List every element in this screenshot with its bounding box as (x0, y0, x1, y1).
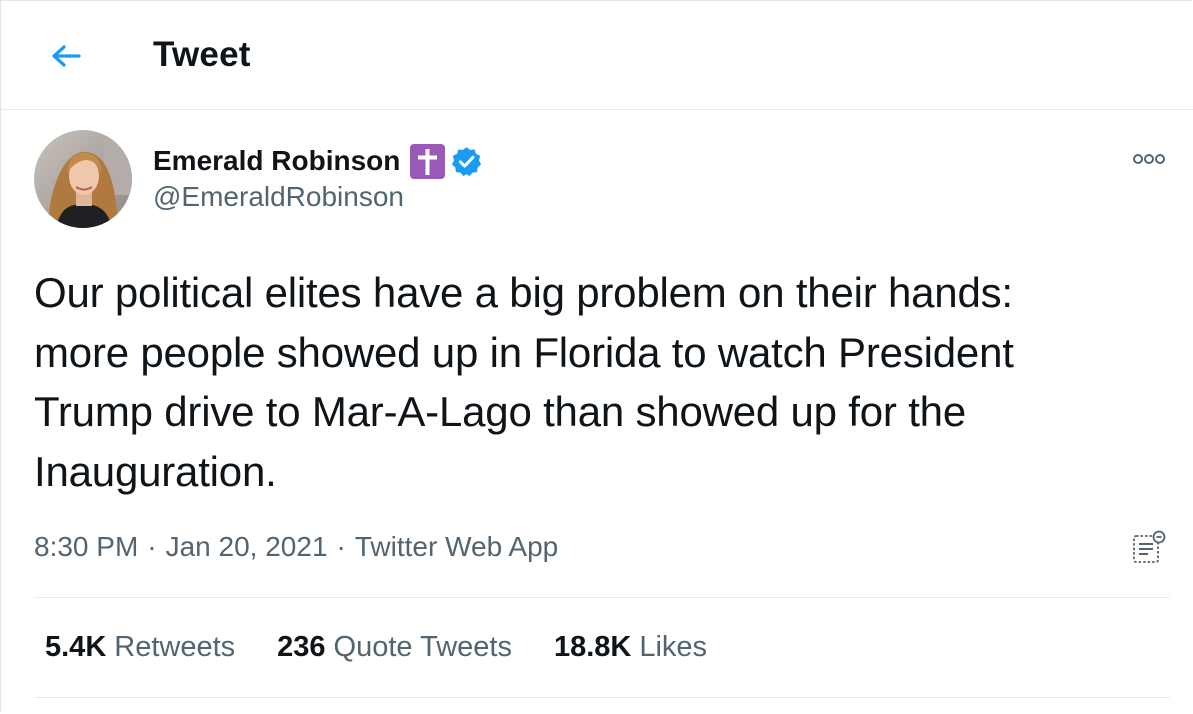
likes-stat[interactable]: 18.8K Likes (554, 631, 707, 664)
page-title: Tweet (153, 35, 251, 74)
avatar-image (34, 130, 132, 228)
tweet-source[interactable]: Twitter Web App (355, 531, 558, 562)
avatar[interactable] (34, 130, 132, 228)
verified-badge-icon (452, 146, 482, 176)
top-bar: Tweet (1, 1, 1193, 110)
author-display-name[interactable]: Emerald Robinson (153, 145, 400, 177)
tweet-page: Tweet Emerald Robinson @EmeraldRobinson … (0, 0, 1193, 713)
analytics-icon[interactable] (1129, 528, 1169, 568)
author-name-row: Emerald Robinson (153, 141, 483, 181)
retweets-stat[interactable]: 5.4K Retweets (45, 631, 235, 664)
back-arrow-icon[interactable] (45, 35, 87, 77)
divider (34, 597, 1170, 598)
tweet-stats: 5.4K Retweets 236 Quote Tweets 18.8K Likes (45, 631, 749, 664)
author-handle[interactable]: @EmeraldRobinson (153, 181, 404, 213)
meta-separator: · (147, 531, 157, 562)
meta-separator: · (336, 531, 346, 562)
tweet-timestamp-date[interactable]: Jan 20, 2021 (166, 531, 328, 562)
tweet-meta: 8:30 PM · Jan 20, 2021 · Twitter Web App (34, 531, 558, 563)
divider (34, 697, 1170, 698)
more-icon[interactable] (1129, 149, 1169, 169)
cross-emoji-icon (410, 143, 446, 179)
quote-tweets-stat[interactable]: 236 Quote Tweets (277, 631, 512, 664)
tweet-text: Our political elites have a big problem … (34, 269, 1014, 495)
tweet-timestamp-time[interactable]: 8:30 PM (34, 531, 138, 562)
